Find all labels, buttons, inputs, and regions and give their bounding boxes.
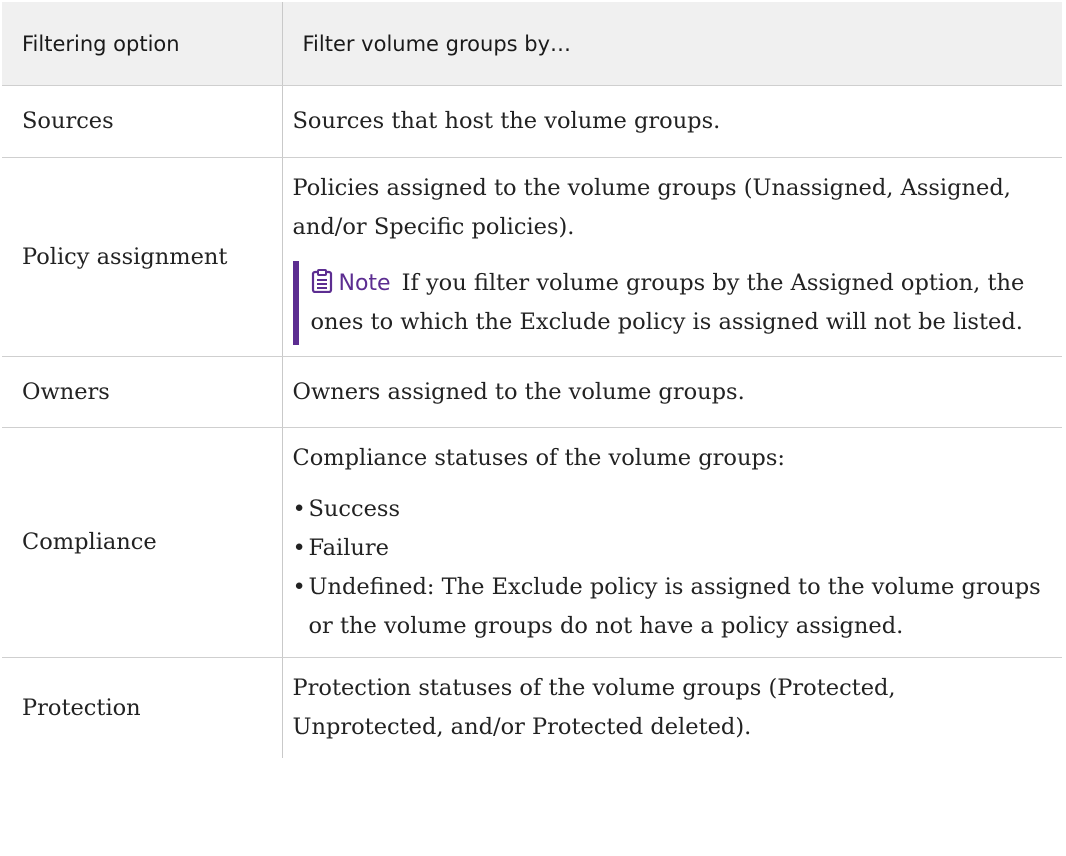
option-cell: Owners xyxy=(2,356,282,428)
description-text: Compliance statuses of the volume groups… xyxy=(292,445,785,471)
list-item-text: Failure xyxy=(308,535,389,561)
note-callout: Note If you filter volume groups by the … xyxy=(292,261,1045,345)
table-row: Sources Sources that host the volume gro… xyxy=(2,85,1062,158)
clipboard-note-icon xyxy=(311,269,332,294)
description-text: Policies assigned to the volume groups (… xyxy=(292,175,1011,240)
table-row: Owners Owners assigned to the volume gro… xyxy=(2,356,1062,428)
header-filter-by: Filter volume groups by… xyxy=(281,2,1062,86)
option-cell: Protection xyxy=(22,694,141,721)
list-item: • Failure xyxy=(292,535,389,561)
note-text: If you filter volume groups by the Assig… xyxy=(310,270,1025,335)
table-row: Protection Protection statuses of the vo… xyxy=(2,657,1062,758)
description-cell: Sources that host the volume groups. xyxy=(281,85,1062,158)
note-label: Note xyxy=(338,271,391,296)
list-item-text: Undefined: The Exclude policy is assigne… xyxy=(308,574,1041,639)
compliance-status-list: • Success • Failure • Undefined: The Exclud… xyxy=(293,490,1045,646)
list-item: • Success xyxy=(292,496,401,522)
table-row: Policy assignment Policies assigned to t… xyxy=(2,157,1062,357)
option-cell: Compliance xyxy=(2,427,282,658)
option-cell: Policy assignment xyxy=(2,157,282,357)
note-heading: Note xyxy=(311,269,398,296)
description-cell: Owners assigned to the volume groups. xyxy=(281,356,1062,428)
table-row: Compliance Compliance statuses of the vo… xyxy=(2,427,1062,658)
description-cell: Protection statuses of the volume groups… xyxy=(281,657,1062,758)
header-filtering-option: Filtering option xyxy=(2,2,282,86)
filtering-options-table: Filtering option Filter volume groups by… xyxy=(2,2,1062,758)
description-cell: Compliance statuses of the volume groups… xyxy=(281,427,1062,658)
list-item: • Undefined: The Exclude policy is assign… xyxy=(292,574,1041,639)
description-cell: Policies assigned to the volume groups (… xyxy=(281,157,1062,357)
option-cell: Sources xyxy=(2,85,282,158)
table-header-row: Filtering option Filter volume groups by… xyxy=(2,2,1062,86)
list-item-text: Success xyxy=(308,496,401,522)
